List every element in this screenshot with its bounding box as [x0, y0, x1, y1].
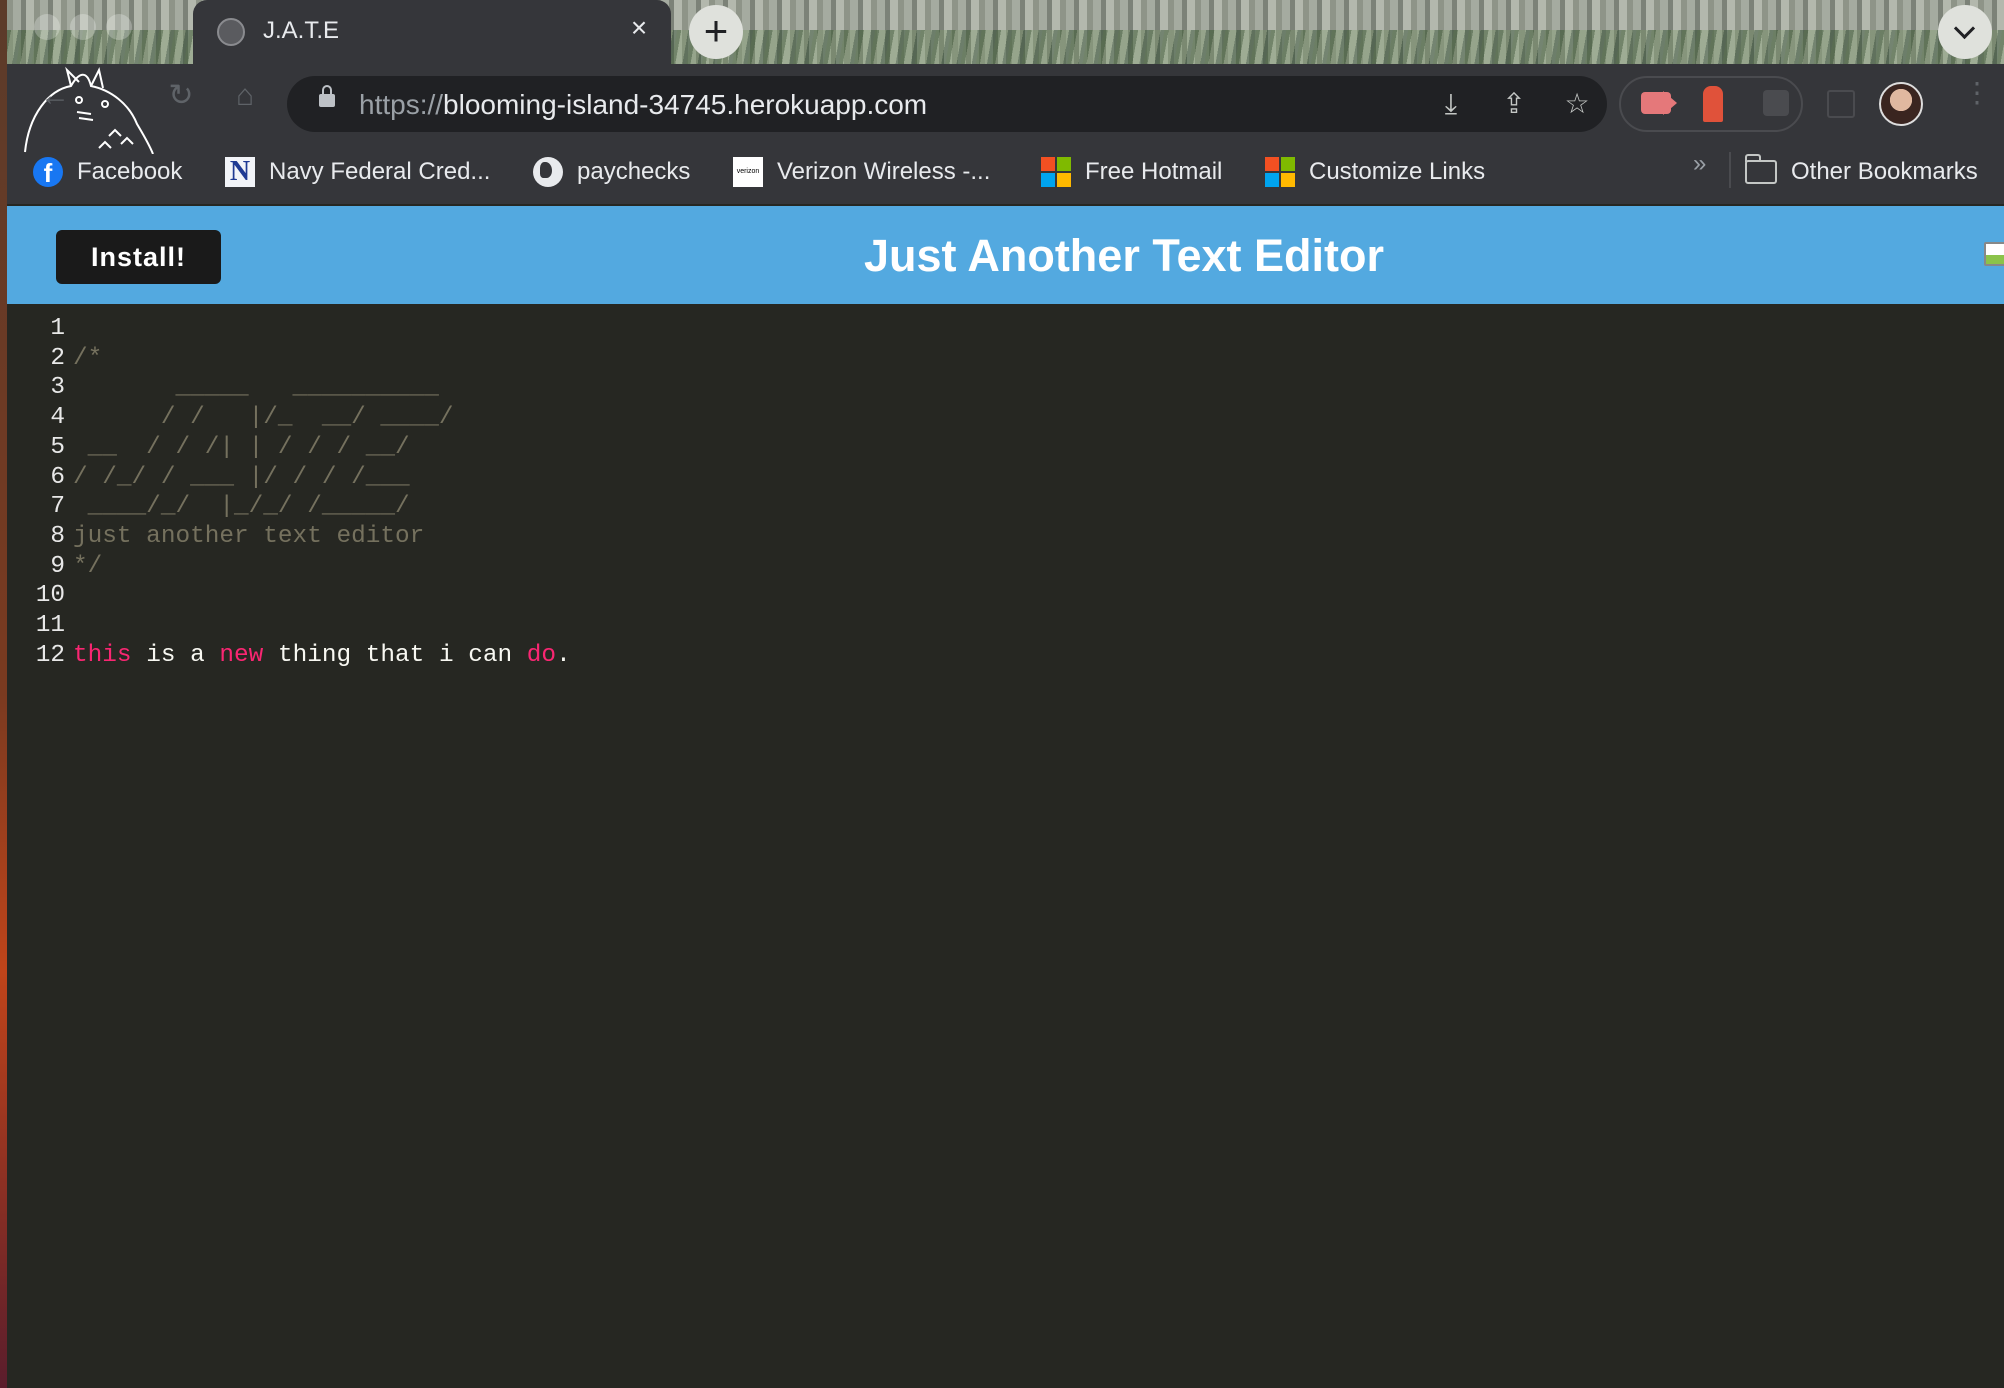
line-code: just another text editor — [73, 522, 424, 552]
text-token: thing that i can — [263, 641, 527, 669]
tab-search-button[interactable] — [1938, 5, 1992, 59]
microsoft-icon — [1265, 157, 1295, 187]
video-extension-icon[interactable] — [1641, 91, 1677, 115]
folder-icon — [1744, 154, 1777, 184]
line-code: */ — [73, 552, 102, 582]
install-app-icon[interactable]: ⤓ — [1435, 88, 1467, 120]
line-number: 8 — [50, 522, 65, 550]
keyword-token: do — [526, 641, 557, 669]
comment-token: just another text editor — [73, 522, 425, 550]
maximize-window-button[interactable] — [106, 14, 132, 40]
broken-image-icon — [1984, 242, 2004, 272]
bookmark-label: Verizon Wireless -... — [777, 158, 991, 185]
bookmark-paychecks[interactable]: paychecks — [533, 152, 690, 192]
side-panel-icon[interactable] — [1827, 90, 1855, 118]
line-number: 10 — [35, 582, 65, 610]
line-code: /* — [73, 344, 102, 374]
bookmark-label: paychecks — [577, 158, 691, 185]
profile-avatar[interactable] — [1879, 82, 1923, 126]
share-icon[interactable]: ⇪ — [1498, 88, 1530, 120]
line-number: 4 — [50, 404, 65, 432]
comment-token: __ / / /| | / / / __/ — [73, 433, 410, 461]
keyword-token: this — [73, 641, 132, 669]
home-icon[interactable]: ⌂ — [227, 78, 263, 114]
line-code: _____ __________ — [73, 373, 439, 403]
line-code: this is a new thing that i can do. — [73, 641, 571, 671]
globe-icon — [533, 157, 563, 187]
line-number: 2 — [50, 344, 65, 372]
line-number: 9 — [50, 552, 65, 580]
line-code: ____/_/ |_/_/ /_____/ — [73, 492, 410, 522]
url-host: blooming-island-34745.herokuapp.com — [443, 89, 928, 120]
browser-tab[interactable]: J.A.T.E × — [193, 0, 671, 64]
extensions-group — [1619, 76, 1803, 132]
bookmark-free-hotmail[interactable]: Free Hotmail — [1041, 152, 1222, 192]
comment-token: / /_/ / ___ |/ / / /___ — [73, 463, 410, 491]
keyword-token: new — [219, 641, 264, 669]
facebook-icon: f — [33, 157, 63, 188]
puzzle-extensions-icon[interactable] — [1763, 90, 1789, 116]
bookmarks-divider — [1729, 152, 1731, 188]
line-number: 3 — [50, 374, 65, 402]
globe-icon — [217, 18, 245, 46]
app-header: Install! Just Another Text Editor — [7, 206, 2004, 304]
bookmark-customize-links[interactable]: Customize Links — [1265, 152, 1485, 192]
bookmark-label: Facebook — [77, 158, 183, 185]
line-number: 1 — [50, 315, 65, 342]
line-code: __ / / /| | / / / __/ — [73, 433, 410, 463]
address-bar[interactable]: https://blooming-island-34745.herokuapp.… — [287, 76, 1607, 132]
minimize-window-button[interactable] — [70, 14, 96, 40]
url-scheme: https:// — [359, 89, 444, 120]
lighthouse-extension-icon[interactable] — [1703, 86, 1723, 122]
code-editor[interactable]: 1 2 /* 3 _____ __________ 4 / / |/_ __/ ____… — [7, 304, 2004, 1388]
line-number: 11 — [35, 612, 65, 639]
tab-title: J.A.T.E — [263, 17, 340, 44]
new-tab-button[interactable]: + — [689, 5, 743, 59]
bookmark-label: Customize Links — [1309, 158, 1486, 185]
line-number: 7 — [50, 493, 65, 521]
text-token: . — [556, 641, 571, 669]
url-text[interactable]: https://blooming-island-34745.herokuapp.… — [359, 89, 927, 121]
bookmark-verizon[interactable]: verizon Verizon Wireless -... — [733, 152, 990, 192]
bookmark-star-icon[interactable]: ☆ — [1561, 88, 1593, 120]
comment-token: /* — [73, 344, 103, 372]
line-number: 5 — [50, 433, 65, 461]
bookmarks-overflow-button[interactable]: » — [1693, 150, 1706, 178]
line-number: 12 — [35, 641, 65, 669]
bookmark-label: Navy Federal Cred... — [269, 158, 491, 185]
comment-token: */ — [73, 552, 103, 580]
text-token: is a — [131, 641, 220, 669]
verizon-icon: verizon — [733, 157, 763, 187]
other-bookmarks-label: Other Bookmarks — [1791, 158, 1978, 185]
line-number: 6 — [50, 463, 65, 491]
page-title: Just Another Text Editor — [863, 230, 1385, 281]
comment-token: _____ __________ — [73, 374, 439, 402]
line-code: / / |/_ __/ ____/ — [73, 403, 454, 433]
close-window-button[interactable] — [34, 14, 60, 40]
line-code: / /_/ / ___ |/ / / /___ — [73, 463, 410, 493]
other-bookmarks[interactable]: Other Bookmarks — [1744, 152, 1978, 192]
bookmark-navy-federal[interactable]: N Navy Federal Cred... — [225, 152, 490, 192]
close-tab-icon[interactable]: × — [623, 13, 655, 43]
menu-kebab-icon[interactable]: ⋮ — [1963, 79, 1991, 107]
bookmark-label: Free Hotmail — [1085, 158, 1223, 185]
reload-icon[interactable]: ↻ — [163, 78, 199, 114]
comment-token: / / |/_ __/ ____/ — [73, 404, 454, 432]
browser-toolbar: ← ↻ ⌂ https://blooming-island-34745.hero… — [7, 64, 2004, 204]
microsoft-icon — [1041, 157, 1071, 187]
lock-icon[interactable] — [319, 85, 335, 107]
back-icon[interactable]: ← — [37, 78, 73, 114]
nfcu-icon: N — [225, 157, 255, 187]
desktop-wallpaper-edge — [0, 0, 7, 1388]
comment-token: ____/_/ |_/_/ /_____/ — [73, 493, 410, 521]
bookmark-facebook[interactable]: f Facebook — [33, 152, 182, 192]
